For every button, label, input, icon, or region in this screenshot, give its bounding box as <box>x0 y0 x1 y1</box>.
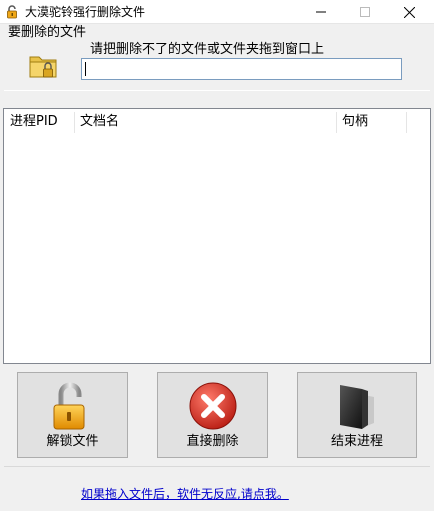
close-icon <box>404 6 415 18</box>
divider <box>4 466 430 467</box>
black-folder-icon <box>340 385 374 429</box>
delete-directly-button[interactable]: 直接删除 <box>157 372 268 458</box>
delete-directly-label: 直接删除 <box>186 434 239 449</box>
text-caret <box>85 62 86 76</box>
column-divider[interactable] <box>406 112 407 133</box>
list-header: 进程PID 文档名 句柄 <box>4 109 430 135</box>
maximize-button <box>342 0 387 24</box>
minimize-button[interactable] <box>298 0 343 24</box>
unlocked-padlock-icon <box>53 382 84 430</box>
end-process-label: 结束进程 <box>330 434 383 449</box>
unlock-file-button[interactable]: 解锁文件 <box>17 372 128 458</box>
column-header-pid[interactable]: 进程PID <box>4 109 74 135</box>
divider <box>4 90 430 91</box>
column-header-document[interactable]: 文档名 <box>74 109 336 135</box>
process-list[interactable]: 进程PID 文档名 句柄 <box>3 108 431 364</box>
file-group-label: 要删除的文件 <box>8 25 87 40</box>
window-title: 大漠驼铃强行删除文件 <box>25 5 146 19</box>
column-header-handle[interactable]: 句柄 <box>336 109 406 135</box>
maximize-icon <box>359 7 370 17</box>
help-link[interactable]: 如果拖入文件后，软件无反应,请点我。 <box>81 487 289 502</box>
file-path-input[interactable] <box>81 58 402 80</box>
drop-hint-text: 请把删除不了的文件或文件夹拖到窗口上 <box>90 42 325 57</box>
unlock-file-label: 解锁文件 <box>46 434 99 449</box>
delete-x-icon <box>189 382 236 430</box>
unlocked-padlock-icon <box>7 5 17 19</box>
close-button[interactable] <box>387 0 432 24</box>
end-process-button[interactable]: 结束进程 <box>297 372 417 458</box>
minimize-icon <box>315 11 326 13</box>
folder-lock-icon <box>29 56 57 78</box>
title-bar[interactable]: 大漠驼铃强行删除文件 <box>0 0 434 24</box>
